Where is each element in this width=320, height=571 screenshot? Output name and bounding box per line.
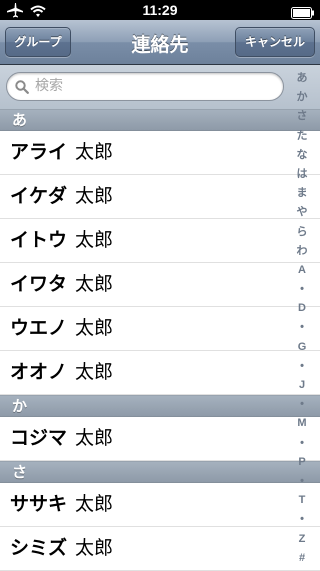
nav-bar: グループ 連絡先 キャンセル <box>0 20 320 65</box>
index-letter[interactable]: # <box>299 552 305 564</box>
cancel-button[interactable]: キャンセル <box>235 27 315 57</box>
index-dot[interactable]: • <box>300 283 304 295</box>
contact-last-name: コジマ <box>10 427 68 449</box>
status-time: 11:29 <box>142 2 178 18</box>
index-dot[interactable]: • <box>300 513 304 525</box>
section-index[interactable]: あ か さ た な は ま や ら わ A • D • G • J • M • … <box>289 72 315 564</box>
contact-row[interactable]: オオノ 太郎 <box>0 351 320 395</box>
index-letter[interactable]: M <box>297 417 306 429</box>
index-dot[interactable]: • <box>300 398 304 410</box>
contact-first-name: 太郎 <box>75 493 114 515</box>
contact-first-name: 太郎 <box>75 229 114 251</box>
index-letter[interactable]: な <box>297 149 308 161</box>
contact-first-name: 太郎 <box>75 141 114 163</box>
status-bar: 11:29 <box>0 0 320 20</box>
contact-last-name: オオノ <box>10 361 68 383</box>
index-letter[interactable]: D <box>298 302 306 314</box>
index-letter[interactable]: A <box>298 264 306 276</box>
index-letter[interactable]: ら <box>297 226 308 238</box>
index-letter[interactable]: T <box>299 494 306 506</box>
index-letter[interactable]: Z <box>299 533 306 545</box>
index-letter[interactable]: は <box>297 168 308 180</box>
index-dot[interactable]: • <box>300 321 304 333</box>
contact-last-name: ウエノ <box>10 317 68 339</box>
contact-last-name: イトウ <box>10 229 68 251</box>
contact-row[interactable]: ウエノ 太郎 <box>0 307 320 351</box>
index-dot[interactable]: • <box>300 475 304 487</box>
contact-last-name: シミズ <box>10 537 68 559</box>
contact-last-name: イケダ <box>10 185 68 207</box>
contact-last-name: ササキ <box>10 493 68 515</box>
section-header: あ <box>0 109 320 131</box>
contact-row[interactable]: ササキ 太郎 <box>0 483 320 527</box>
index-letter[interactable]: や <box>297 206 308 218</box>
index-letter[interactable]: ま <box>297 187 308 199</box>
contact-first-name: 太郎 <box>75 185 114 207</box>
index-dot[interactable]: • <box>300 360 304 372</box>
contact-first-name: 太郎 <box>75 537 114 559</box>
index-letter[interactable]: P <box>298 456 305 468</box>
contact-first-name: 太郎 <box>75 317 114 339</box>
contact-first-name: 太郎 <box>75 273 114 295</box>
index-letter[interactable]: か <box>297 91 308 103</box>
index-letter[interactable]: あ <box>297 72 308 84</box>
contact-last-name: アライ <box>10 141 68 163</box>
index-letter[interactable]: J <box>299 379 305 391</box>
index-letter[interactable]: わ <box>297 245 308 257</box>
search-bar <box>0 65 320 110</box>
contact-last-name: イワタ <box>10 273 68 295</box>
contact-row[interactable]: コジマ 太郎 <box>0 417 320 461</box>
contact-list: あ アライ 太郎 イケダ 太郎 イトウ 太郎 イワタ 太郎 ウエノ 太郎 オオノ 太郎 か … <box>0 109 320 571</box>
contact-first-name: 太郎 <box>75 361 114 383</box>
section-header: か <box>0 395 320 417</box>
contact-row[interactable]: アライ 太郎 <box>0 131 320 175</box>
contact-first-name: 太郎 <box>75 427 114 449</box>
contact-row[interactable]: シミズ 太郎 <box>0 527 320 571</box>
search-field[interactable] <box>6 72 284 101</box>
index-dot[interactable]: • <box>300 437 304 449</box>
contact-row[interactable]: イトウ 太郎 <box>0 219 320 263</box>
section-header: さ <box>0 461 320 483</box>
contact-row[interactable]: イワタ 太郎 <box>0 263 320 307</box>
index-letter[interactable]: た <box>297 130 308 142</box>
index-letter[interactable]: さ <box>297 110 308 122</box>
index-letter[interactable]: G <box>298 341 307 353</box>
contact-row[interactable]: イケダ 太郎 <box>0 175 320 219</box>
search-icon <box>15 79 29 98</box>
search-input[interactable] <box>35 76 265 96</box>
